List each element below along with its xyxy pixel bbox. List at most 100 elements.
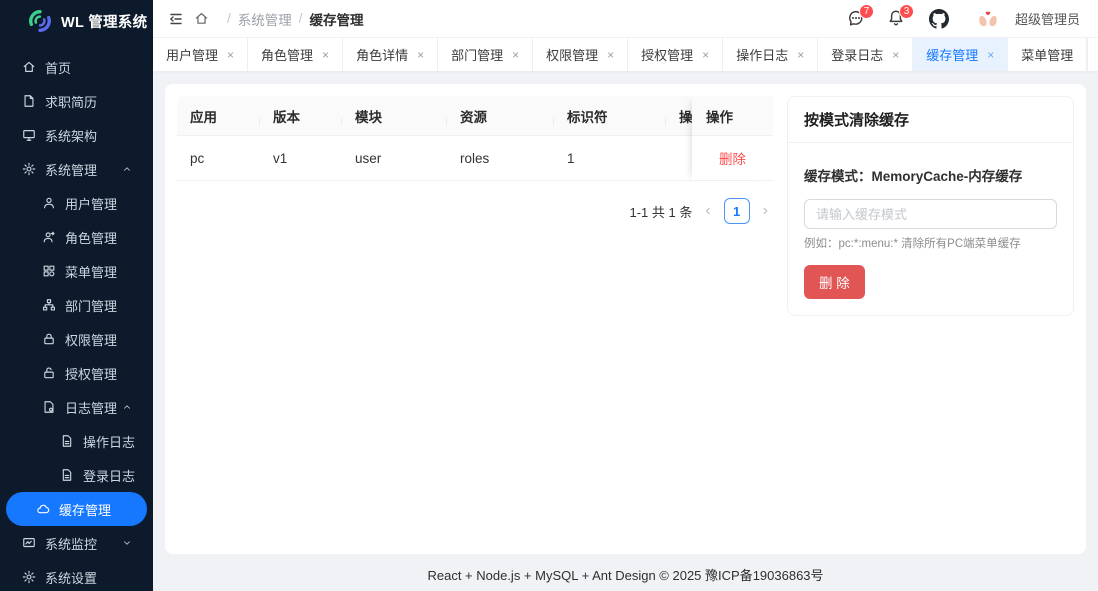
menu-fold-icon[interactable] <box>168 11 184 27</box>
chevron-up-icon <box>122 164 132 174</box>
sidebar-item-login-log[interactable]: 登录日志 <box>0 458 153 492</box>
sidebar-item-authorization-management[interactable]: 授权管理 <box>0 356 153 390</box>
delete-cache-button[interactable]: 删 除 <box>804 265 865 299</box>
messages-button[interactable]: 7 <box>847 9 867 29</box>
prev-page-button[interactable]: ‹ <box>702 203 713 219</box>
cell-version: v1 <box>260 151 342 166</box>
close-icon[interactable]: × <box>892 49 899 61</box>
username[interactable]: 超级管理员 <box>1015 9 1080 28</box>
tabs-more-button[interactable]: ⋯ <box>1087 38 1098 71</box>
department-icon <box>42 298 56 312</box>
chevron-down-icon <box>122 538 132 548</box>
home-icon <box>22 60 36 74</box>
user-icon <box>42 196 56 210</box>
clear-cache-panel: 按模式清除缓存 缓存模式：MemoryCache-内存缓存 例如：pc:*:me… <box>787 96 1074 316</box>
tab-operation-log[interactable]: 操作日志× <box>723 38 818 71</box>
sidebar-item-log-management[interactable]: 日志管理 <box>0 390 153 424</box>
menu-grid-icon <box>42 264 56 278</box>
sidebar-item-home[interactable]: 首页 <box>0 50 153 84</box>
cell-identifier: 1 <box>554 151 666 166</box>
resume-icon <box>22 94 36 108</box>
tab-user-management[interactable]: 用户管理× <box>153 38 248 71</box>
architecture-icon <box>22 128 36 142</box>
logo-icon <box>27 8 53 34</box>
sidebar-item-system-settings[interactable]: 系统设置 <box>0 560 153 591</box>
avatar[interactable] <box>975 6 1001 32</box>
chevron-up-icon <box>122 402 132 412</box>
role-icon <box>42 230 56 244</box>
next-page-button[interactable]: › <box>760 203 771 219</box>
cache-pattern-input[interactable] <box>804 199 1057 229</box>
app-window: WL 管理系统 首页 求职简历 系统架构 系统管理 用户管理 <box>0 0 1098 591</box>
tab-department-management[interactable]: 部门管理× <box>438 38 533 71</box>
sidebar-item-system-monitor[interactable]: 系统监控 <box>0 526 153 560</box>
close-icon[interactable]: × <box>797 49 804 61</box>
close-icon[interactable]: × <box>987 49 994 61</box>
tab-login-log[interactable]: 登录日志× <box>818 38 913 71</box>
footer-text: React + Node.js + MySQL + Ant Design © 2… <box>427 565 823 584</box>
close-icon[interactable]: × <box>227 49 234 61</box>
column-app: 应用 <box>177 106 260 126</box>
file-icon <box>60 468 74 482</box>
sidebar-item-menu-management[interactable]: 菜单管理 <box>0 254 153 288</box>
page-footer: React + Node.js + MySQL + Ant Design © 2… <box>153 558 1098 591</box>
cache-mode-label: 缓存模式： <box>804 169 872 184</box>
close-icon[interactable]: × <box>322 49 329 61</box>
cache-table-area: 应用 版本 模块 资源 标识符 操作 pc v1 user roles <box>177 96 773 542</box>
tab-role-management[interactable]: 角色管理× <box>248 38 343 71</box>
close-icon[interactable]: × <box>702 49 709 61</box>
tab-menu-management[interactable]: 菜单管理 <box>1008 38 1087 71</box>
pagination: 1-1 共 1 条 ‹ 1 › <box>177 198 773 224</box>
tab-bar: 用户管理× 角色管理× 角色详情× 部门管理× 权限管理× 授权管理× 操作日志… <box>153 37 1098 71</box>
sidebar-item-permission-management[interactable]: 权限管理 <box>0 322 153 356</box>
github-icon[interactable] <box>929 9 949 29</box>
tab-authorization-management[interactable]: 授权管理× <box>628 38 723 71</box>
close-icon[interactable]: × <box>607 49 614 61</box>
sidebar-item-role-management[interactable]: 角色管理 <box>0 220 153 254</box>
cell-resource: roles <box>447 151 554 166</box>
close-icon[interactable]: × <box>512 49 519 61</box>
cell-module: user <box>342 151 447 166</box>
breadcrumb: / 系统管理 / 缓存管理 <box>227 9 364 29</box>
pagination-total: 1-1 共 1 条 <box>629 202 692 221</box>
sidebar-menu: 首页 求职简历 系统架构 系统管理 用户管理 角色管理 <box>0 42 153 591</box>
breadcrumb-home-icon[interactable] <box>194 11 209 26</box>
notifications-button[interactable]: 3 <box>887 9 907 29</box>
page-content: 应用 版本 模块 资源 标识符 操作 pc v1 user roles <box>153 71 1098 558</box>
column-action: 操作 <box>692 96 773 136</box>
page-number-button[interactable]: 1 <box>724 198 750 224</box>
sidebar-item-cache-management[interactable]: 缓存管理 <box>6 492 147 526</box>
column-version: 版本 <box>260 106 342 126</box>
column-identifier: 标识符 <box>554 106 666 126</box>
cloud-icon <box>36 502 50 516</box>
sidebar-item-user-management[interactable]: 用户管理 <box>0 186 153 220</box>
sidebar-item-department-management[interactable]: 部门管理 <box>0 288 153 322</box>
pattern-hint: 例如：pc:*:menu:* 清除所有PC端菜单缓存 <box>804 235 1057 251</box>
top-header: / 系统管理 / 缓存管理 7 3 <box>153 0 1098 37</box>
messages-badge: 7 <box>859 4 874 19</box>
notifications-badge: 3 <box>899 4 914 19</box>
close-icon[interactable]: × <box>417 49 424 61</box>
logo[interactable]: WL 管理系统 <box>0 0 153 42</box>
breadcrumb-section[interactable]: 系统管理 <box>238 9 292 29</box>
monitor-icon <box>22 536 36 550</box>
sidebar-item-architecture[interactable]: 系统架构 <box>0 118 153 152</box>
cache-mode-value: MemoryCache-内存缓存 <box>872 169 1023 184</box>
lock-icon <box>42 332 56 346</box>
tab-cache-management[interactable]: 缓存管理× <box>913 38 1008 71</box>
cache-table: 应用 版本 模块 资源 标识符 操作 pc v1 user roles <box>177 96 773 181</box>
cache-mode-line: 缓存模式：MemoryCache-内存缓存 <box>804 165 1057 185</box>
tab-permission-management[interactable]: 权限管理× <box>533 38 628 71</box>
tab-role-detail[interactable]: 角色详情× <box>343 38 438 71</box>
sidebar-item-resume[interactable]: 求职简历 <box>0 84 153 118</box>
fixed-action-column: 操作 删除 <box>692 96 773 182</box>
sidebar-item-system-management[interactable]: 系统管理 <box>0 152 153 186</box>
sidebar-item-operation-log[interactable]: 操作日志 <box>0 424 153 458</box>
cell-app: pc <box>177 151 260 166</box>
gear-icon <box>22 162 36 176</box>
column-resource: 资源 <box>447 106 554 126</box>
file-icon <box>60 434 74 448</box>
log-folder-icon <box>42 400 56 414</box>
unlock-icon <box>42 366 56 380</box>
delete-row-link[interactable]: 删除 <box>719 148 746 168</box>
